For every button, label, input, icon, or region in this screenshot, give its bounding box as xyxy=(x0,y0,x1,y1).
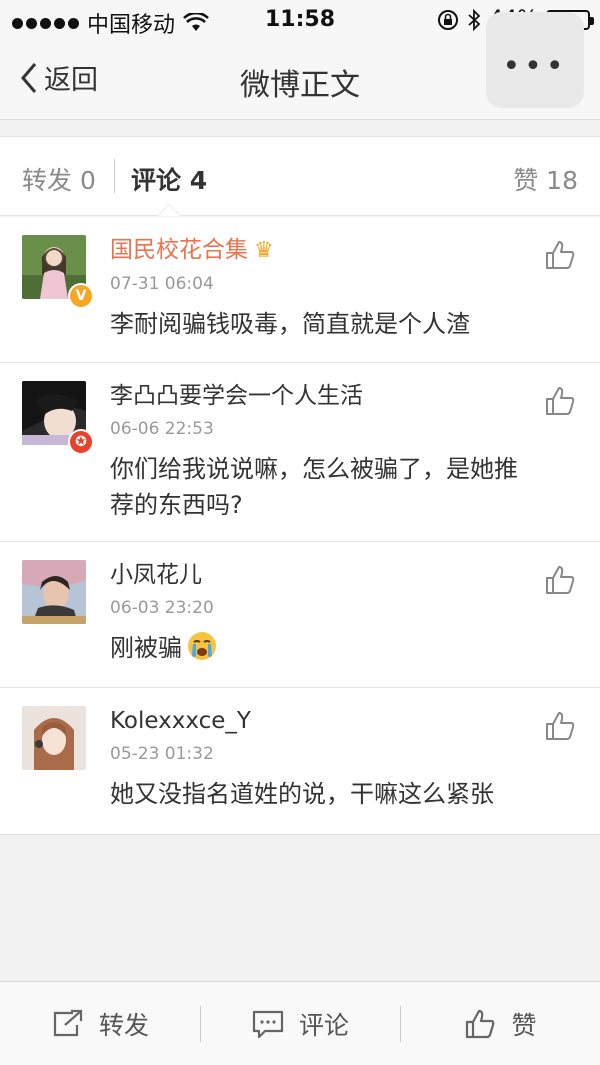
repost-button[interactable]: 转发 xyxy=(0,982,200,1065)
share-icon xyxy=(53,1009,83,1037)
more-button[interactable]: ••• xyxy=(486,12,584,108)
tab-comment[interactable]: 评论 4 xyxy=(131,161,207,197)
comment-text-line: 刚被骗 xyxy=(110,630,530,666)
comment-icon xyxy=(252,1010,284,1039)
bottom-toolbar: 转发 评论 赞 xyxy=(0,981,600,1065)
crown-icon: ♛ xyxy=(254,238,274,263)
comment-author[interactable]: 国民校花合集 ♛ xyxy=(110,235,530,266)
avatar[interactable] xyxy=(22,560,86,624)
active-tab-indicator xyxy=(157,204,181,216)
verified-badge: V xyxy=(68,283,94,309)
repost-label: 转发 xyxy=(98,1011,149,1040)
tab-like[interactable]: 赞 18 xyxy=(513,161,578,197)
comment-text: 你们给我说说嘛，怎么被骗了，是她推荐的东西吗? xyxy=(110,455,518,519)
comment-text: 李耐阅骗钱吸毒，简直就是个人渣 xyxy=(110,310,470,338)
comment-button[interactable]: 评论 xyxy=(200,982,400,1065)
comment-text: 刚被骗 xyxy=(110,634,182,662)
comment-time: 06-03 23:20 xyxy=(110,598,214,618)
comment-list: V 国民校花合集 ♛ 07-31 06:04 李耐阅骗钱吸毒，简直就是个人渣 ✪ … xyxy=(0,217,600,835)
comment-author[interactable]: Kolexxxce_Y xyxy=(110,706,530,736)
like-button[interactable]: 赞 xyxy=(400,982,600,1065)
comment-item[interactable]: V 国民校花合集 ♛ 07-31 06:04 李耐阅骗钱吸毒，简直就是个人渣 xyxy=(0,217,600,363)
thumbs-up-icon[interactable] xyxy=(544,239,576,271)
comment-time: 05-23 01:32 xyxy=(110,744,214,764)
detail-tabs: 转发 0 评论 4 赞 18 xyxy=(0,136,600,216)
comment-label: 评论 xyxy=(298,1011,349,1040)
thumbs-up-icon[interactable] xyxy=(544,385,576,417)
thumbs-up-icon xyxy=(466,1009,495,1039)
thumbs-up-icon[interactable] xyxy=(544,710,576,742)
tab-repost[interactable]: 转发 0 xyxy=(22,161,96,197)
star-badge: ✪ xyxy=(68,429,94,455)
comment-text: 她又没指名道姓的说，干嘛这么紧张 xyxy=(110,780,494,808)
comment-item[interactable]: ✪ 李凸凸要学会一个人生活 06-06 22:53 你们给我说说嘛，怎么被骗了，… xyxy=(0,363,600,542)
comment-author[interactable]: 李凸凸要学会一个人生活 xyxy=(110,381,530,411)
rotation-lock-icon xyxy=(438,9,459,30)
comment-item[interactable]: Kolexxxce_Y 05-23 01:32 她又没指名道姓的说，干嘛这么紧张 xyxy=(0,688,600,834)
comment-time: 06-06 22:53 xyxy=(110,419,214,439)
crying-face-icon xyxy=(188,632,216,660)
bluetooth-icon xyxy=(468,8,481,31)
comment-time: 07-31 06:04 xyxy=(110,274,214,294)
comment-author[interactable]: 小凤花儿 xyxy=(110,560,530,590)
comment-item[interactable]: 小凤花儿 06-03 23:20 刚被骗 xyxy=(0,542,600,688)
author-name: 国民校花合集 xyxy=(110,237,248,263)
nav-bar: 返回 微博正文 ••• xyxy=(0,12,600,120)
like-label: 赞 xyxy=(511,1011,537,1040)
avatar[interactable] xyxy=(22,706,86,770)
thumbs-up-icon[interactable] xyxy=(544,564,576,596)
tab-divider xyxy=(114,159,115,193)
